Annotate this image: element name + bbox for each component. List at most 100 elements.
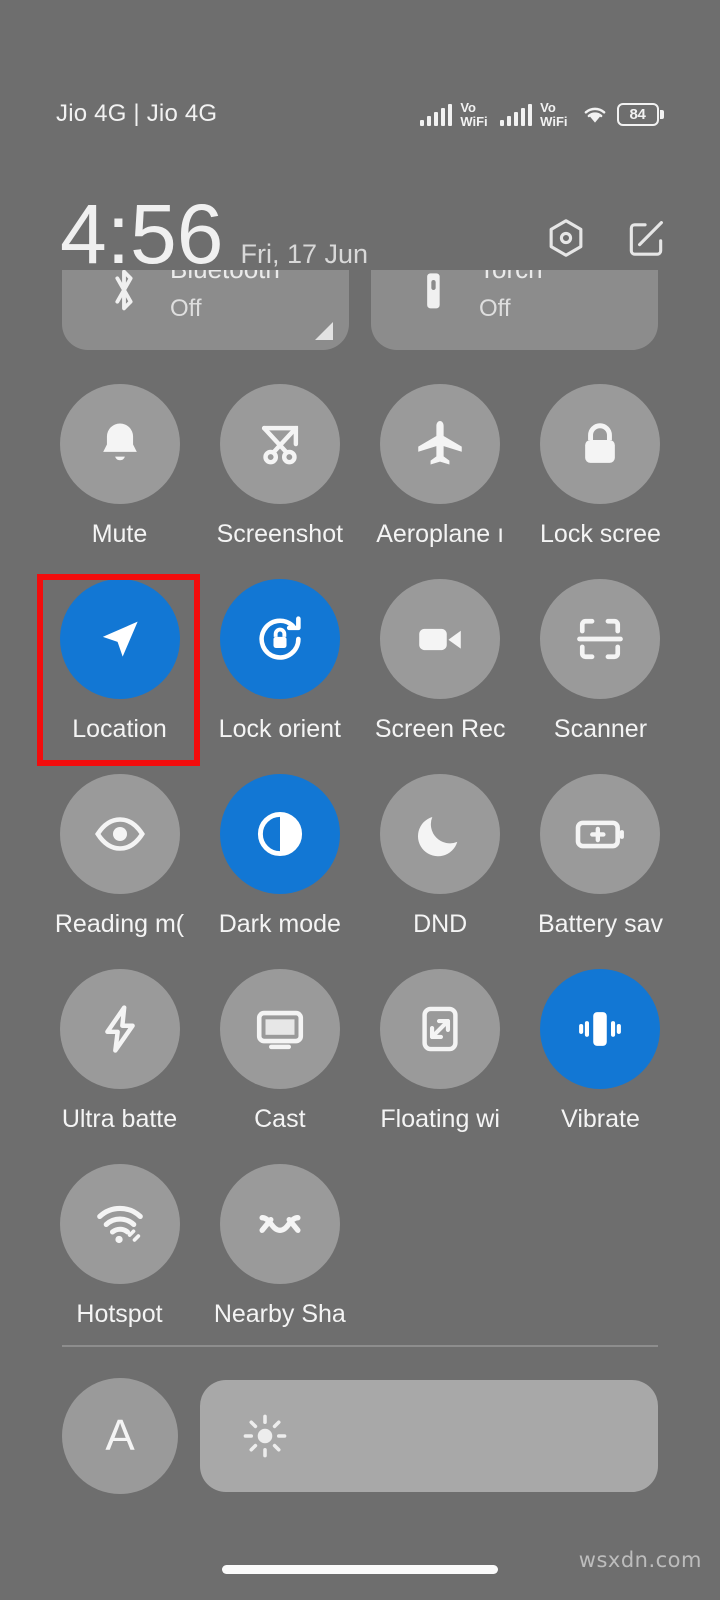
tile-vibrate[interactable]: Vibrate [523, 969, 678, 1164]
tile-circle[interactable] [59, 1164, 180, 1284]
tile-label: Screen Rec [374, 715, 506, 743]
battery-level-label: 84 [629, 105, 646, 123]
gear-icon[interactable] [544, 216, 588, 260]
tile-label: Vibrate [561, 1105, 640, 1133]
clock-date: Fri, 17 Jun [240, 238, 369, 269]
bluetooth-card-status: Off [170, 295, 202, 322]
sun-icon [243, 1414, 287, 1458]
tile-hotspot[interactable]: Hotspot [42, 1164, 197, 1359]
auto-brightness-button[interactable]: A [62, 1378, 178, 1494]
tile-dark-mode[interactable]: Dark mode [202, 774, 357, 969]
tile-circle[interactable] [59, 969, 180, 1089]
volte-top-label: Vo [460, 99, 476, 115]
bluetooth-card-title: Bluetooth [170, 270, 280, 285]
tile-label: Screenshot [216, 520, 344, 548]
edit-icon[interactable] [624, 216, 668, 260]
tile-circle[interactable] [59, 774, 180, 894]
tile-label: Nearby Sha [213, 1300, 346, 1328]
tile-circle[interactable] [219, 774, 340, 894]
tile-circle[interactable] [59, 579, 180, 699]
contrast-icon [257, 811, 302, 857]
tile-circle[interactable] [540, 384, 661, 504]
carrier-label: Jio 4G | Jio 4G [56, 100, 218, 127]
auto-brightness-label: A [105, 1411, 135, 1460]
tile-circle[interactable] [540, 774, 661, 894]
tile-battery-saver[interactable]: Battery sav [523, 774, 678, 969]
tile-label: DND [413, 910, 468, 938]
torch-card-status: Off [479, 295, 511, 322]
tile-screen-recorder[interactable]: Screen Rec [363, 579, 518, 774]
tile-cast[interactable]: Cast [202, 969, 357, 1164]
floating-window-icon [422, 1006, 458, 1052]
nearby-share-icon [259, 1215, 301, 1233]
tile-circle[interactable] [380, 579, 501, 699]
tile-circle[interactable] [219, 1164, 340, 1284]
tile-lock-orientation[interactable]: Lock orient [202, 579, 357, 774]
tile-label: Location [72, 715, 167, 743]
header-actions [544, 216, 668, 270]
volte-bottom-label: WiFi [460, 113, 488, 129]
tile-circle[interactable] [380, 384, 501, 504]
tile-circle[interactable] [540, 969, 661, 1089]
tile-reading-mode[interactable]: Reading m( [42, 774, 197, 969]
tile-label: Hotspot [76, 1300, 163, 1328]
tile-label: Reading m( [54, 910, 185, 938]
tile-dnd[interactable]: DND [363, 774, 518, 969]
tile-row: Mute Screenshot Aeroplane ı Lock scree [0, 384, 720, 579]
video-camera-icon [419, 628, 461, 651]
tile-label: Mute [91, 520, 148, 548]
tile-label: Scanner [553, 715, 648, 743]
brightness-slider[interactable] [200, 1380, 658, 1492]
tile-circle[interactable] [219, 384, 340, 504]
clock-block: 4:56 Fri, 17 Jun [60, 186, 544, 281]
tile-floating-window[interactable]: Floating wi [363, 969, 518, 1164]
tile-label: Floating wi [380, 1105, 500, 1133]
airplane-icon [418, 421, 462, 465]
tile-circle[interactable] [380, 774, 501, 894]
status-bar: Jio 4G | Jio 4G Vo WiFi Vo WiFi 84 [0, 93, 720, 135]
monitor-icon [256, 1010, 303, 1050]
expand-corner-indicator[interactable] [315, 322, 333, 340]
battery-plus-icon [576, 820, 625, 849]
tile-row: Location Lock orient Screen Rec Scanner [0, 579, 720, 774]
clock-time: 4:56 [60, 186, 224, 281]
tile-nearby-share[interactable]: Nearby Sha [202, 1164, 357, 1359]
wifi-icon [584, 107, 605, 123]
navigation-home-indicator[interactable] [222, 1565, 498, 1574]
tile-ultra-battery-saver[interactable]: Ultra batte [42, 969, 197, 1164]
tile-scanner[interactable]: Scanner [523, 579, 678, 774]
lock-icon [585, 423, 616, 463]
brightness-row: A [62, 1378, 658, 1494]
top-tile-cards: Bluetooth Off Torch Off [0, 270, 720, 350]
bell-icon [102, 423, 137, 461]
tile-mute[interactable]: Mute [42, 384, 197, 579]
tile-label: Cast [254, 1105, 306, 1133]
tile-label: Lock orient [218, 715, 341, 743]
torch-icon [413, 270, 453, 323]
tile-circle[interactable] [219, 579, 340, 699]
bluetooth-card[interactable]: Bluetooth Off [62, 270, 349, 350]
panel-header: 4:56 Fri, 17 Jun [0, 178, 720, 281]
tile-aeroplane-mode[interactable]: Aeroplane ı [363, 384, 518, 579]
tile-label: Battery sav [537, 910, 664, 938]
tile-circle[interactable] [380, 969, 501, 1089]
tile-lock-screen[interactable]: Lock scree [523, 384, 678, 579]
torch-card-title: Torch [479, 270, 543, 285]
tile-location[interactable]: Location [42, 579, 197, 774]
tile-row: Hotspot Nearby Sha [0, 1164, 720, 1359]
tile-circle[interactable] [59, 384, 180, 504]
tile-label: Ultra batte [61, 1105, 178, 1133]
quick-settings-panel: Jio 4G | Jio 4G Vo WiFi Vo WiFi 84 4:56 … [0, 0, 720, 1600]
scissors-icon [261, 425, 298, 465]
tile-circle[interactable] [540, 579, 661, 699]
volte-wifi-icon: Vo WiFi [460, 101, 487, 128]
tile-row: Ultra batte Cast Floating wi Vibrate [0, 969, 720, 1164]
quick-settings-grid: Mute Screenshot Aeroplane ı Lock scree L… [0, 384, 720, 1359]
tile-label: Lock scree [540, 520, 661, 548]
torch-card[interactable]: Torch Off [371, 270, 658, 350]
status-icon-group: Vo WiFi Vo WiFi 84 [419, 101, 664, 128]
tile-screenshot[interactable]: Screenshot [202, 384, 357, 579]
section-divider [62, 1345, 658, 1347]
rotation-lock-icon [259, 616, 301, 660]
tile-circle[interactable] [219, 969, 340, 1089]
